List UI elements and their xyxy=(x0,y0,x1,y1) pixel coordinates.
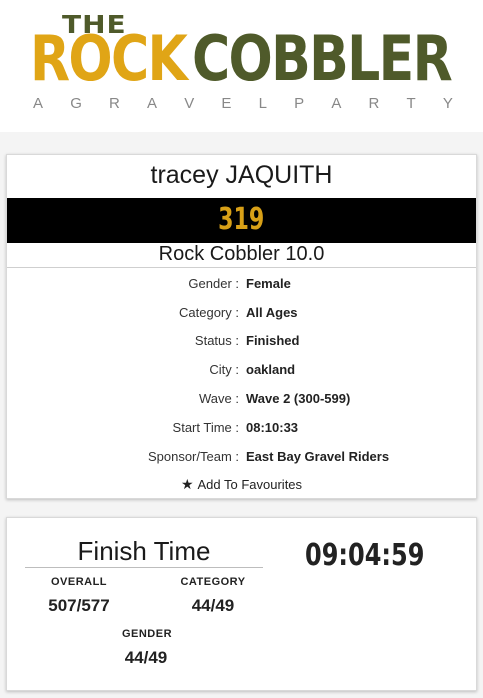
overall-rank-value: 507/577 xyxy=(48,596,110,615)
tagline-letter: Y xyxy=(442,95,453,112)
bib-bar: 319 xyxy=(7,198,476,243)
finish-time-title: Finish Time xyxy=(77,536,211,566)
detail-label: Gender : xyxy=(188,276,239,291)
detail-row-sponsor-team: Sponsor/Team : East Bay Gravel Riders xyxy=(7,449,476,469)
logo-cobbler-text: COBBLER xyxy=(192,22,453,95)
category-rank-value: 44/49 xyxy=(191,596,235,615)
detail-label: Start Time : xyxy=(172,420,239,435)
divider xyxy=(25,567,263,568)
tagline-letter: V xyxy=(184,95,195,112)
detail-value: 08:10:33 xyxy=(246,420,299,435)
detail-value: oakland xyxy=(246,362,296,377)
tagline-letter: A xyxy=(147,95,158,112)
star-icon: ★ xyxy=(180,476,194,492)
detail-row-wave: Wave : Wave 2 (300-599) xyxy=(7,391,476,411)
detail-label: Category : xyxy=(179,305,239,320)
tagline-letter: L xyxy=(258,95,267,112)
detail-value: Wave 2 (300-599) xyxy=(246,391,351,406)
tagline-letter: G xyxy=(70,95,82,112)
tagline-letter: R xyxy=(368,95,380,112)
detail-label: Sponsor/Team : xyxy=(147,449,239,464)
overall-rank-label: OVERALL xyxy=(50,576,108,588)
detail-value: Finished xyxy=(246,333,300,348)
event-name: Rock Cobbler 10.0 xyxy=(158,243,325,265)
divider xyxy=(7,267,476,268)
tagline-letter: R xyxy=(109,95,120,112)
detail-row-city: City : oakland xyxy=(7,362,476,382)
detail-row-start-time: Start Time : 08:10:33 xyxy=(7,420,476,440)
add-to-favourites-label: Add To Favourites xyxy=(197,477,303,492)
gender-rank-value: 44/49 xyxy=(124,648,168,667)
athlete-name: tracey JAQUITH xyxy=(150,161,333,189)
athlete-card: tracey JAQUITH 319 Rock Cobbler 10.0 Gen… xyxy=(6,154,477,499)
detail-value: All Ages xyxy=(246,305,298,320)
detail-row-gender: Gender : Female xyxy=(7,276,476,296)
finish-time-card: Finish Time 09:04:59 OVERALL 507/577 CAT… xyxy=(6,517,477,691)
tagline-letter: T xyxy=(406,95,416,112)
bib-number: 319 xyxy=(218,202,265,237)
tagline-letter: A xyxy=(33,95,44,112)
detail-label: Wave : xyxy=(199,391,239,406)
gender-rank-label: GENDER xyxy=(121,628,173,640)
detail-row-status: Status : Finished xyxy=(7,333,476,353)
detail-row-category: Category : All Ages xyxy=(7,305,476,325)
detail-label: City : xyxy=(209,362,239,377)
tagline-letter: P xyxy=(294,95,305,112)
category-rank-label: CATEGORY xyxy=(180,576,246,588)
tagline-letter: A xyxy=(331,95,342,112)
site-header: THE ROCK COBBLER A G R A V E L P A R T Y xyxy=(0,0,483,132)
add-to-favourites-button[interactable]: ★ Add To Favourites xyxy=(7,476,476,493)
logo-rock-text: ROCK xyxy=(30,22,188,95)
detail-label: Status : xyxy=(194,333,239,348)
detail-value: East Bay Gravel Riders xyxy=(246,449,390,464)
tagline-letter: E xyxy=(221,95,232,112)
detail-value: Female xyxy=(246,276,291,291)
finish-time-value: 09:04:59 xyxy=(305,538,425,573)
logo-tagline: A G R A V E L P A R T Y xyxy=(33,95,453,112)
